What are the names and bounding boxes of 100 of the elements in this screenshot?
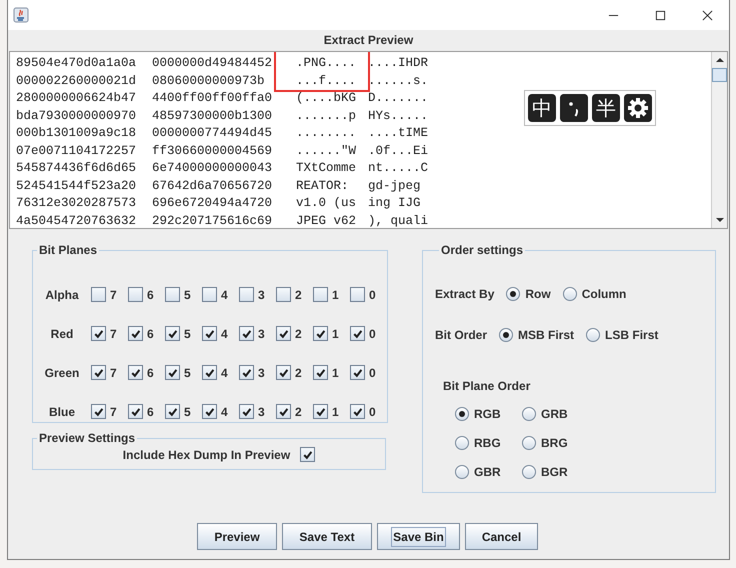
checkbox[interactable] (239, 365, 254, 380)
radio-label: RGB (474, 407, 501, 421)
scroll-down-icon[interactable] (714, 215, 724, 225)
checkbox[interactable] (276, 326, 291, 341)
ascii-text: TXtComme (296, 160, 358, 177)
checkbox[interactable] (91, 365, 106, 380)
dialog-button[interactable]: Save Text (282, 523, 372, 550)
checkbox-label: 7 (110, 366, 117, 380)
hex-text: 67642d6a70656720 (152, 178, 274, 194)
radio-button[interactable] (562, 286, 577, 300)
ascii-text: JPEG v62 (296, 212, 358, 228)
ascii-text: v1.0 (us (296, 195, 358, 212)
ascii-text: ........ (296, 125, 358, 142)
checkbox-label: 6 (147, 288, 154, 302)
checkbox-label: 1 (332, 288, 339, 302)
radio-button[interactable] (506, 286, 520, 300)
checkbox[interactable] (202, 326, 217, 341)
settings-icon[interactable] (624, 94, 652, 122)
preview-title: Extract Preview (322, 32, 414, 49)
checkbox[interactable] (91, 404, 106, 419)
checkbox[interactable] (350, 365, 365, 380)
checkbox[interactable] (165, 326, 180, 341)
radio-button[interactable] (455, 407, 469, 421)
hex-text: 4400ff00ff00ffa0 (152, 90, 274, 107)
hex-text: bda7930000000970 (16, 108, 138, 124)
hex-text: 0000000774494d45 (152, 125, 274, 142)
radio-label: BRG (541, 436, 568, 450)
checkbox-label: 4 (221, 404, 228, 418)
checkbox[interactable] (276, 404, 291, 419)
checkbox[interactable] (128, 326, 143, 341)
checkbox[interactable] (202, 365, 217, 380)
dialog-button[interactable]: Cancel (465, 523, 538, 550)
dialog-button[interactable]: Preview (197, 523, 277, 550)
checkbox[interactable] (350, 404, 365, 419)
checkbox-label: 4 (221, 288, 228, 302)
hex-text: ff30660000004569 (152, 142, 274, 160)
hex-text: 76312e3020287573 (16, 195, 138, 212)
checkbox-label: 4 (221, 326, 228, 340)
checkbox[interactable] (313, 365, 328, 380)
hex-text: 524541544f523a20 (16, 178, 138, 194)
radio-button[interactable] (522, 436, 536, 450)
radio-button[interactable] (499, 328, 514, 342)
hex-text: 6e74000000000043 (152, 160, 274, 177)
checkbox[interactable] (239, 404, 254, 419)
checkbox[interactable] (165, 404, 180, 419)
checkbox-label: 2 (295, 326, 302, 340)
radio-button[interactable] (522, 407, 536, 421)
checkbox[interactable] (91, 326, 106, 341)
scroll-up-icon[interactable] (714, 55, 724, 65)
radio-label: Row (525, 286, 551, 300)
checkbox-label: 0 (369, 288, 376, 302)
checkbox-label: 5 (184, 366, 191, 380)
scrollbar[interactable] (711, 52, 727, 228)
panel-title: Preview Settings (38, 431, 136, 445)
maximize-icon[interactable] (655, 10, 666, 20)
checkbox-label: 6 (147, 404, 154, 418)
checkbox-label: Include Hex Dump In Preview (122, 448, 290, 462)
checkbox[interactable] (91, 287, 106, 302)
checkbox[interactable] (202, 287, 217, 302)
checkbox[interactable] (313, 404, 328, 419)
checkbox-label: 1 (332, 326, 339, 340)
ime-key[interactable]: 中 (528, 94, 556, 122)
ime-key[interactable]: 半 (592, 94, 620, 122)
checkbox[interactable] (350, 326, 365, 341)
radio-button[interactable] (522, 465, 536, 479)
dialog-button[interactable]: Save Bin (377, 523, 460, 550)
checkbox[interactable] (239, 326, 254, 341)
checkbox-label: 7 (110, 288, 117, 302)
radio-button[interactable] (455, 465, 469, 479)
checkbox[interactable] (128, 404, 143, 419)
panel-title: Bit Planes (38, 243, 98, 257)
checkbox[interactable] (313, 287, 328, 302)
checkbox[interactable] (276, 287, 291, 302)
channel-label: Green (44, 366, 80, 380)
checkbox[interactable] (276, 365, 291, 380)
hex-text: 292c207175616c69 (152, 212, 274, 228)
checkbox[interactable] (350, 287, 365, 302)
hex-text: 08060000000973b (152, 72, 266, 90)
field-label: Extract By (435, 286, 494, 300)
checkbox-label: 3 (258, 404, 265, 418)
checkbox[interactable] (128, 287, 143, 302)
radio-label: BGR (541, 465, 568, 479)
checkbox[interactable] (165, 365, 180, 380)
checkbox-label: 6 (147, 326, 154, 340)
close-icon[interactable] (702, 10, 713, 20)
radio-button[interactable] (455, 436, 469, 450)
ascii-text: ....tIME (368, 125, 430, 142)
radio-label: MSB First (518, 328, 574, 342)
checkbox[interactable] (128, 365, 143, 380)
checkbox[interactable] (165, 287, 180, 302)
checkbox[interactable] (300, 447, 316, 462)
checkbox[interactable] (239, 287, 254, 302)
channel-label: Blue (48, 404, 76, 418)
ascii-text: ing IJG (368, 195, 422, 212)
checkbox[interactable] (202, 404, 217, 419)
scroll-thumb[interactable] (712, 68, 727, 82)
punctuation-icon[interactable] (560, 94, 588, 122)
radio-button[interactable] (586, 328, 600, 342)
checkbox[interactable] (313, 326, 328, 341)
section-label: Bit Plane Order (443, 379, 532, 393)
